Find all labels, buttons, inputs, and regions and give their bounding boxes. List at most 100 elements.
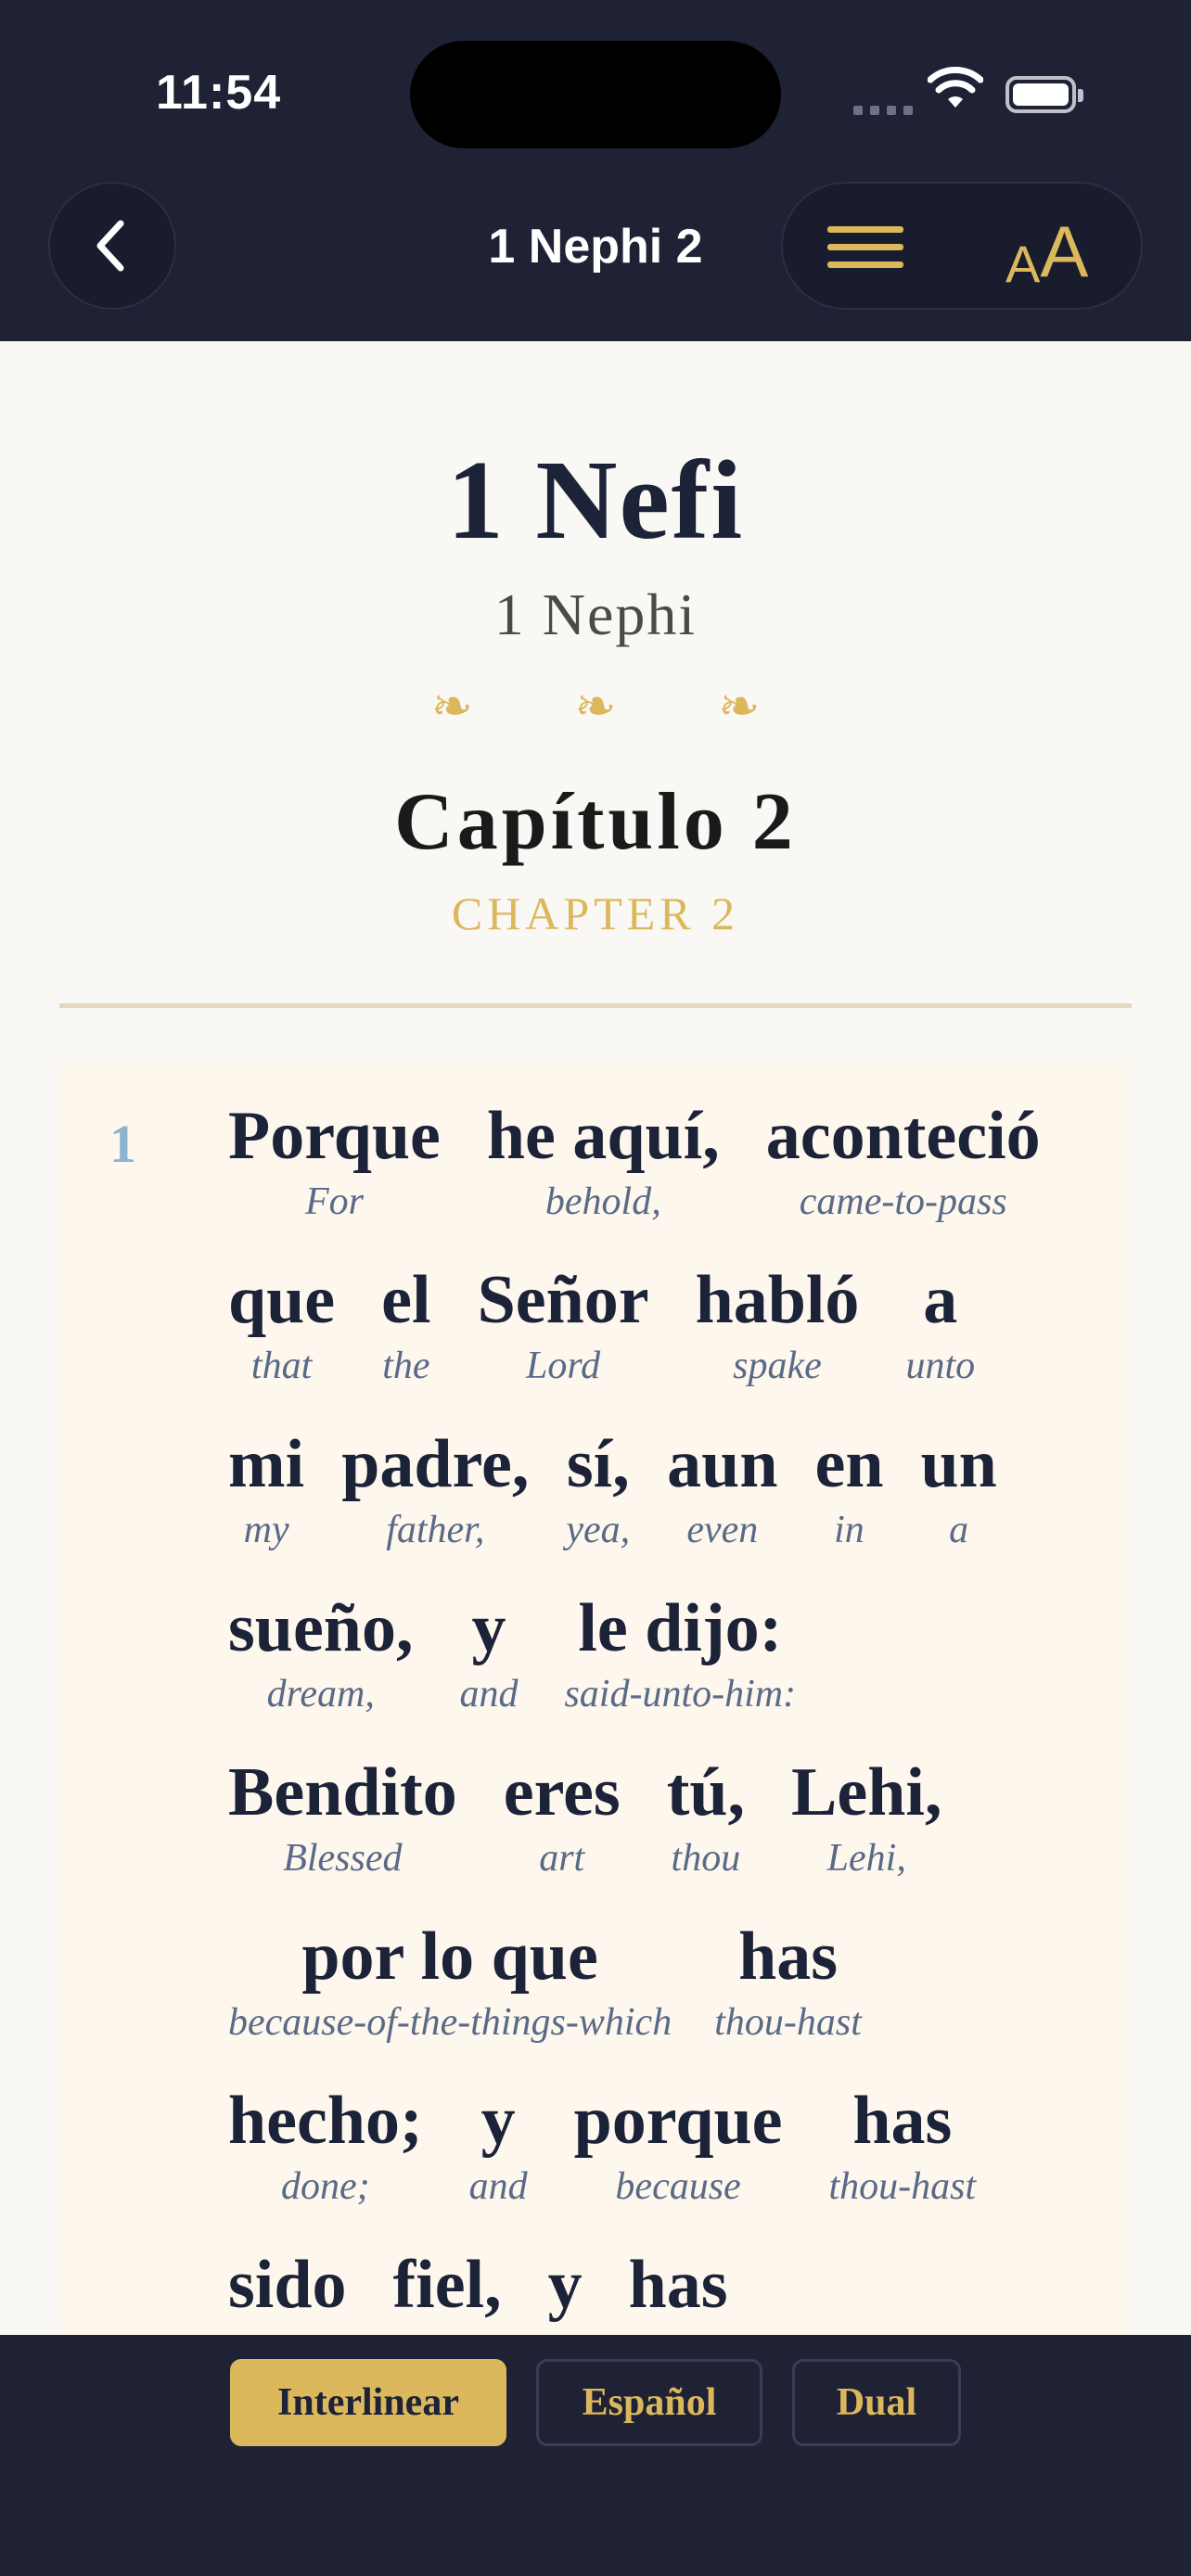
menu-icon [827,226,903,233]
page-title: 1 Nephi 2 [488,220,703,274]
status-time: 11:54 [156,66,282,120]
english-gloss: even [686,1509,759,1551]
word-pair[interactable]: y and [469,2083,528,2209]
english-gloss: thou [671,1837,741,1880]
word-pair[interactable]: mi my [228,1426,304,1552]
word-pair[interactable]: Porque For [228,1098,441,1224]
english-gloss: and [468,2165,528,2208]
word-pair[interactable]: has thou-hast [714,1919,862,2045]
spanish-word: Lehi, [791,1754,942,1830]
spanish-word: tú, [666,1754,746,1830]
battery-icon [1005,76,1083,113]
spanish-word: he aquí, [486,1098,720,1174]
verse-line: sido fiel, y has [228,2247,775,2323]
verse-line: Bendito Blessed eres art tú, thou Lehi, Lehi… [228,1754,988,1881]
back-button[interactable] [48,182,176,310]
spanish-word: has [852,2083,953,2159]
spanish-word: Bendito [228,1754,457,1830]
word-pair[interactable]: por lo que because-of-the-things-which [228,1919,672,2045]
english-gloss: in [834,1509,864,1551]
english-gloss: art [539,1837,585,1880]
spanish-word: hecho; [228,2083,423,2159]
word-pair[interactable]: Señor Lord [478,1262,649,1388]
word-pair[interactable]: has [629,2247,728,2323]
menu-button[interactable] [822,223,915,273]
word-pair[interactable]: sido [228,2247,347,2323]
mode-spanish-button[interactable]: Español [536,2359,762,2446]
spanish-word: has [738,1919,839,1995]
spanish-word: el [381,1262,431,1338]
word-pair[interactable]: eres art [504,1754,621,1881]
word-pair[interactable]: el the [381,1262,430,1388]
word-pair[interactable]: padre, father, [341,1426,529,1552]
english-gloss: thou-hast [828,2165,977,2208]
text-size-button[interactable]: AA [1005,210,1088,293]
word-pair[interactable]: tú, thou [667,1754,745,1881]
spanish-word: has [628,2247,728,2323]
mode-interlinear-button[interactable]: Interlinear [230,2359,506,2446]
english-gloss: For [304,1180,364,1223]
english-gloss: because [615,2165,741,2208]
word-pair[interactable]: porque because [574,2083,783,2209]
spanish-word: padre, [341,1426,530,1502]
english-gloss: Lehi, [826,1837,906,1880]
dynamic-island [410,41,781,148]
verse-line: Porque For he aquí, behold, aconteció came-… [228,1098,1087,1224]
english-gloss: spake [733,1345,822,1387]
word-pair[interactable]: Bendito Blessed [228,1754,457,1881]
book-title: 1 Nefi [446,438,745,563]
word-pair[interactable]: que that [228,1262,335,1388]
verse-line: sueño, dream, y and le dijo: said-unto-him: [228,1590,842,1716]
chapter-subtitle: CHAPTER 2 [451,887,740,939]
english-gloss: yea, [566,1509,631,1551]
word-pair[interactable]: a unto [905,1262,975,1388]
header-actions: AA [781,182,1143,310]
spanish-word: sí, [566,1426,630,1502]
chevron-left-icon [96,220,124,272]
english-gloss: my [243,1509,289,1551]
verse-line: hecho; done; y and porque because has thou-h… [228,2083,1022,2209]
spanish-word: habló [695,1262,860,1338]
english-gloss: a [949,1509,969,1551]
word-pair[interactable]: has thou-hast [828,2083,976,2209]
word-pair[interactable]: sí, yea, [566,1426,630,1552]
word-pair[interactable]: y and [459,1590,518,1716]
word-pair[interactable]: hecho; done; [228,2083,423,2209]
word-pair[interactable]: un a [920,1426,996,1552]
word-pair[interactable]: aconteció came-to-pass [766,1098,1041,1224]
word-pair[interactable]: fiel, [393,2247,502,2323]
spanish-word: por lo que [301,1919,598,1995]
english-gloss: unto [905,1345,976,1387]
spanish-word: le dijo: [578,1590,783,1666]
word-pair[interactable]: y [548,2247,583,2323]
fleuron-ornament-icon: ❧ ❧ ❧ [430,679,805,734]
word-pair[interactable]: Lehi, Lehi, [791,1754,941,1881]
word-pair[interactable]: habló spake [696,1262,860,1388]
spanish-word: aun [667,1426,778,1502]
word-pair[interactable]: sueño, dream, [228,1590,413,1716]
spanish-word: Señor [477,1262,649,1338]
word-pair[interactable]: le dijo: said-unto-him: [564,1590,796,1716]
text-size-large-icon: A [1040,210,1089,292]
verse-line: por lo que because-of-the-things-which ha… [228,1919,908,2045]
spanish-word: y [547,2247,583,2323]
verse-number[interactable]: 1 [109,1113,136,1175]
spanish-word: a [923,1262,958,1338]
divider [59,1003,1132,1008]
verse-line: mi my padre, father, sí, yea, aun even en in … [228,1426,997,1552]
spanish-word: fiel, [392,2247,502,2323]
spanish-word: sido [228,2247,347,2323]
spanish-word: Porque [228,1098,441,1174]
cellular-signal-icon [853,106,913,115]
word-pair[interactable]: he aquí, behold, [487,1098,720,1224]
top-bar: 11:54 1 Nephi 2 AA [0,0,1191,341]
word-pair[interactable]: en in [814,1426,883,1552]
english-gloss: said-unto-him: [564,1673,797,1715]
status-icons [853,67,1095,122]
mode-dual-button[interactable]: Dual [792,2359,961,2446]
word-pair[interactable]: aun even [667,1426,777,1552]
english-gloss: because-of-the-things-which [228,2001,672,2044]
spanish-word: en [814,1426,884,1502]
chapter-title: Capítulo 2 [394,777,797,867]
book-subtitle: 1 Nephi [493,581,698,647]
